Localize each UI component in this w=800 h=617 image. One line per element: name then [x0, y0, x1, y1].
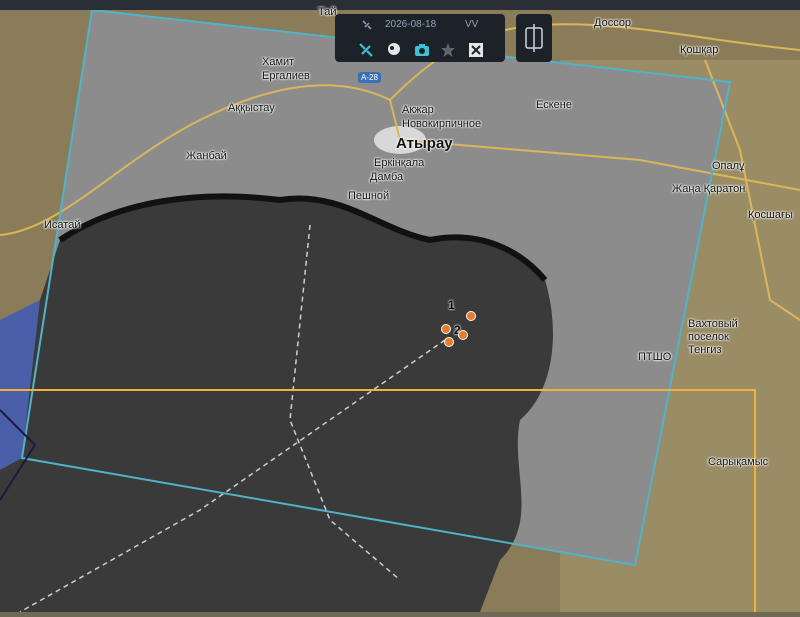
scissors-icon[interactable]	[467, 41, 485, 59]
marker-dot[interactable]	[466, 311, 476, 321]
place-label: Жанбай	[186, 150, 227, 162]
star-icon[interactable]	[439, 41, 457, 59]
map-canvas[interactable]	[0, 0, 800, 613]
top-bar	[0, 0, 800, 10]
marker-dot[interactable]	[458, 330, 468, 340]
place-label: Аққыстау	[228, 102, 275, 114]
place-label: Сарықамыс	[708, 456, 769, 468]
marker-label: 1	[448, 298, 455, 312]
place-label: Доссор	[594, 17, 632, 29]
place-label: Пешной	[348, 190, 390, 202]
place-label: Новокирпичное	[402, 118, 482, 130]
satellite-icon	[361, 19, 373, 34]
tool-row	[335, 38, 505, 62]
place-label: Жаңа Қаратон	[672, 183, 746, 195]
place-label: Қошқар	[680, 44, 719, 56]
place-label: Еркінқала	[374, 157, 425, 169]
camera-icon[interactable]	[413, 41, 431, 59]
place-label: Вахтовый	[688, 318, 738, 330]
place-label: Дамба	[370, 171, 404, 183]
city-label: Атырау	[396, 135, 453, 152]
scene-info-row: 2026-08-18 VV	[335, 14, 505, 36]
place-label: Акжар	[402, 104, 434, 116]
place-label: Ергалиев	[262, 70, 310, 82]
brain-icon[interactable]	[385, 41, 403, 59]
map-svg	[0, 0, 800, 613]
place-label: Тай	[318, 6, 337, 18]
place-label: поселок	[688, 331, 729, 343]
place-label: Тенгиз	[688, 344, 722, 356]
place-label: Опалұ	[712, 160, 745, 172]
scene-date: 2026-08-18	[385, 19, 437, 30]
scene-polarization: VV	[465, 19, 479, 30]
split-view-icon[interactable]	[516, 14, 552, 62]
marker-dot[interactable]	[444, 337, 454, 347]
place-label: Хамит	[262, 56, 295, 68]
road-badge: A-28	[358, 72, 381, 83]
sea-area	[0, 196, 553, 613]
scene-toolbar: 2026-08-18 VV	[335, 14, 505, 62]
place-label: Ескене	[536, 99, 572, 111]
satellite-icon[interactable]	[357, 41, 375, 59]
place-label: Қосшағы	[748, 209, 793, 221]
place-label: ПТШО	[638, 351, 672, 363]
place-label: Исатай	[44, 219, 81, 231]
marker-dot[interactable]	[441, 324, 451, 334]
